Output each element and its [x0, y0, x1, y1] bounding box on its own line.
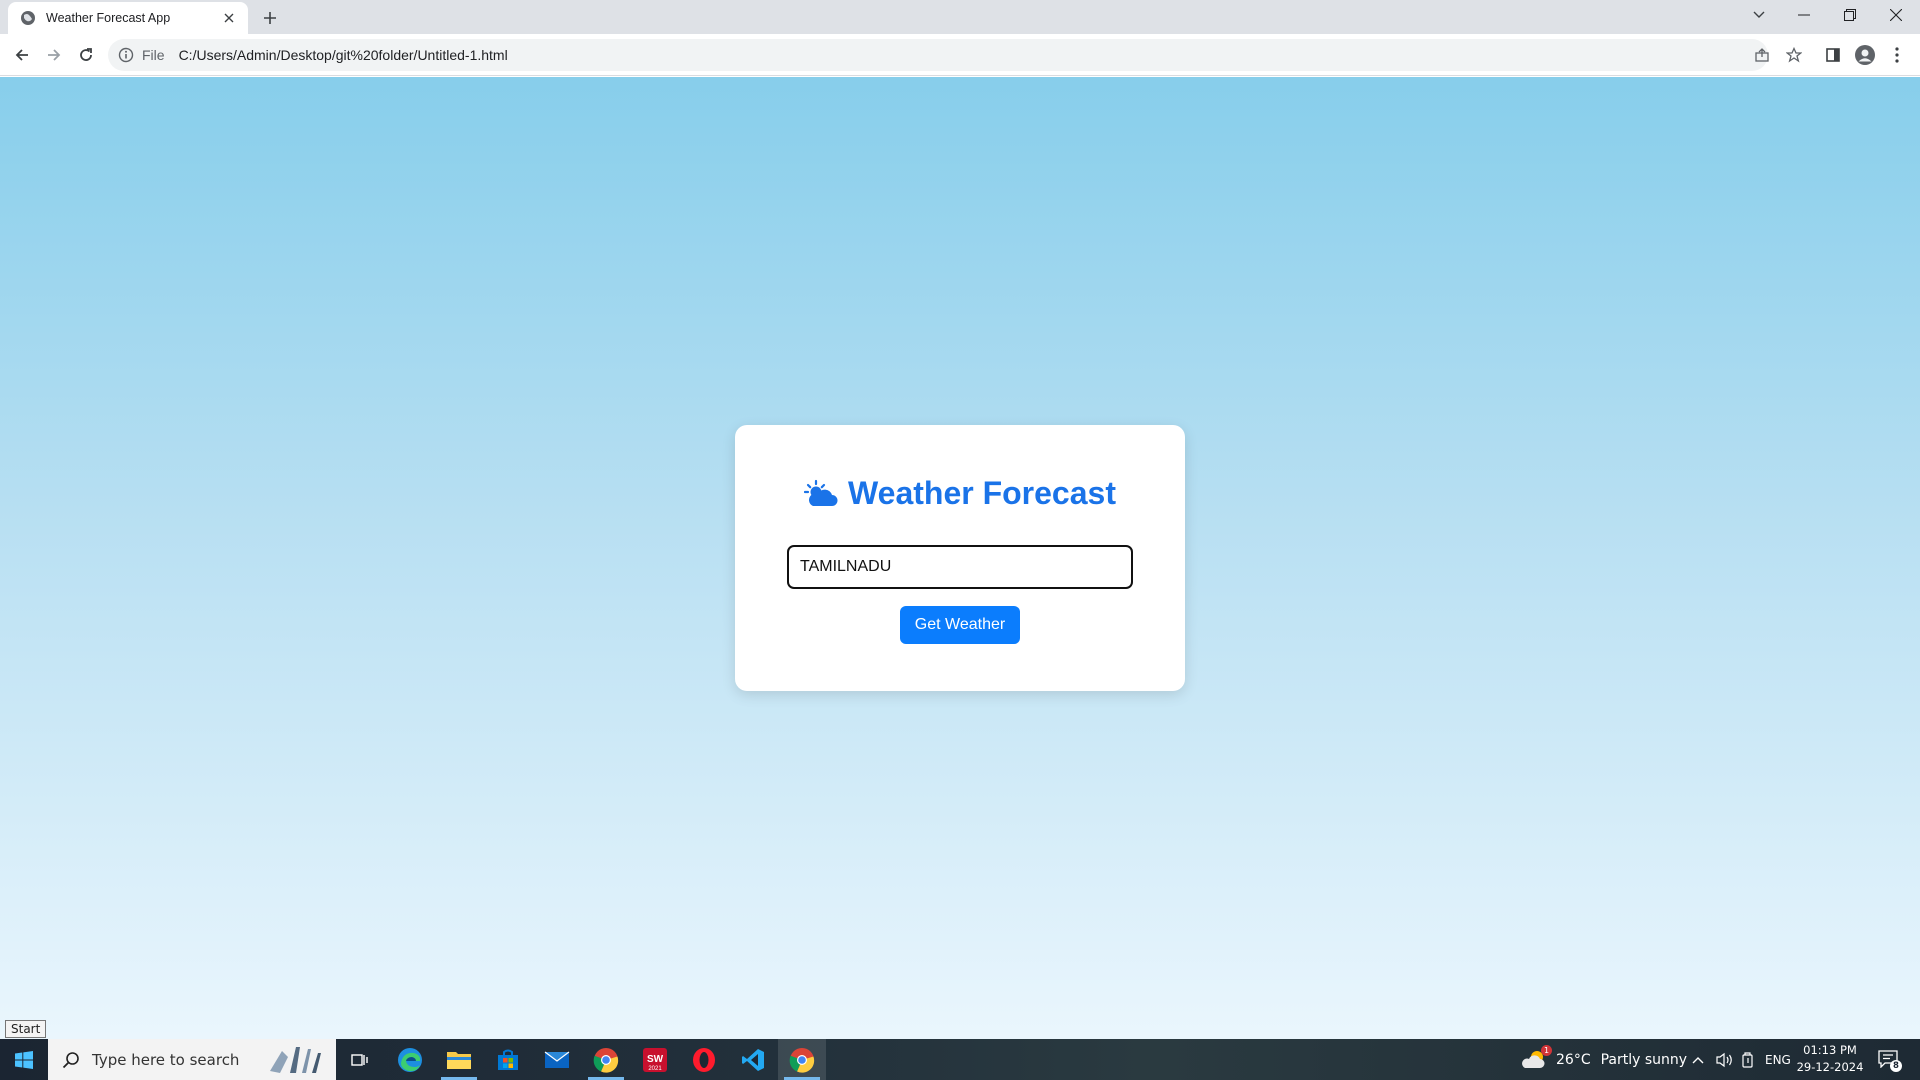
windows-logo-icon: [15, 1050, 33, 1069]
share-icon[interactable]: [1748, 41, 1776, 69]
solidworks-icon[interactable]: SW 2021: [631, 1039, 679, 1080]
weather-alert-badge: 1: [1541, 1044, 1552, 1056]
chrome-active-window-icon[interactable]: [778, 1039, 826, 1080]
chrome-icon[interactable]: [582, 1039, 630, 1080]
address-url[interactable]: C:/Users/Admin/Desktop/git%20folder/Unti…: [179, 47, 508, 63]
bookmark-star-icon[interactable]: [1780, 41, 1808, 69]
browser-tab-strip: Weather Forecast App: [0, 0, 1920, 34]
edge-browser-icon[interactable]: [386, 1039, 434, 1080]
task-view-icon[interactable]: [336, 1039, 384, 1080]
tab-search-icon[interactable]: [1736, 0, 1782, 30]
globe-icon: [21, 11, 35, 25]
address-scheme: File: [142, 47, 165, 63]
forward-button[interactable]: [40, 41, 68, 69]
info-icon[interactable]: [118, 47, 134, 63]
clock-date: 29-12-2024: [1796, 1060, 1864, 1074]
start-tooltip: Start: [5, 1020, 47, 1038]
close-tab-icon[interactable]: [220, 9, 238, 27]
start-button[interactable]: [0, 1039, 48, 1080]
volume-icon[interactable]: [1716, 1039, 1734, 1080]
side-panel-icon[interactable]: [1819, 41, 1847, 69]
taskbar-search[interactable]: Type here to search: [48, 1039, 336, 1080]
taskbar-clock[interactable]: 01:13 PM 29-12-2024: [1790, 1042, 1870, 1076]
search-icon: [62, 1051, 79, 1068]
show-hidden-icons-chevron-icon[interactable]: [1692, 1039, 1704, 1080]
close-window-button[interactable]: [1873, 0, 1919, 30]
search-highlight-art-icon: [270, 1047, 321, 1073]
reload-button[interactable]: [72, 41, 100, 69]
more-menu-icon[interactable]: [1883, 41, 1911, 69]
search-placeholder: Type here to search: [92, 1050, 240, 1069]
restore-button[interactable]: [1827, 0, 1873, 30]
browser-tab[interactable]: Weather Forecast App: [8, 2, 248, 34]
power-battery-icon[interactable]: [1741, 1039, 1755, 1080]
get-weather-button[interactable]: Get Weather: [900, 606, 1020, 644]
notification-center-icon: 8: [1878, 1049, 1902, 1072]
app-title-text: Weather Forecast: [848, 475, 1116, 511]
notification-count-badge: 8: [1890, 1059, 1902, 1072]
partly-sunny-icon: 1: [1522, 1044, 1552, 1072]
mail-icon[interactable]: [533, 1039, 581, 1080]
file-explorer-icon[interactable]: [435, 1039, 483, 1080]
microsoft-store-icon[interactable]: [484, 1039, 532, 1080]
weather-widget[interactable]: 1 26°C Partly sunny: [1522, 1039, 1687, 1080]
tab-title: Weather Forecast App: [46, 11, 171, 25]
minimize-button[interactable]: [1781, 0, 1827, 30]
weather-temp: 26°C: [1556, 1051, 1591, 1068]
browser-toolbar: File C:/Users/Admin/Desktop/git%20folder…: [0, 34, 1920, 76]
back-button[interactable]: [8, 41, 36, 69]
weather-card: Weather Forecast Get Weather: [735, 425, 1185, 691]
address-bar[interactable]: File C:/Users/Admin/Desktop/git%20folder…: [108, 39, 1768, 71]
app-title: Weather Forecast: [735, 475, 1185, 512]
opera-icon[interactable]: [680, 1039, 728, 1080]
clock-time: 01:13 PM: [1803, 1043, 1857, 1057]
weather-description: Partly sunny: [1600, 1051, 1688, 1068]
svg-text:2021: 2021: [648, 1066, 662, 1072]
profile-avatar-icon[interactable]: [1851, 41, 1879, 69]
page-viewport: Weather Forecast Get Weather: [0, 77, 1920, 1039]
vscode-icon[interactable]: [729, 1039, 777, 1080]
language-label: ENG: [1765, 1052, 1791, 1067]
notifications-button[interactable]: 8: [1878, 1039, 1902, 1080]
new-tab-button[interactable]: [258, 6, 282, 30]
svg-text:SW: SW: [647, 1054, 664, 1065]
sun-behind-cloud-icon: [804, 479, 838, 506]
language-indicator[interactable]: ENG: [1765, 1039, 1791, 1080]
city-input[interactable]: [787, 545, 1133, 589]
windows-taskbar: Type here to search SW 2021 1 26°C Partl…: [0, 1039, 1920, 1080]
